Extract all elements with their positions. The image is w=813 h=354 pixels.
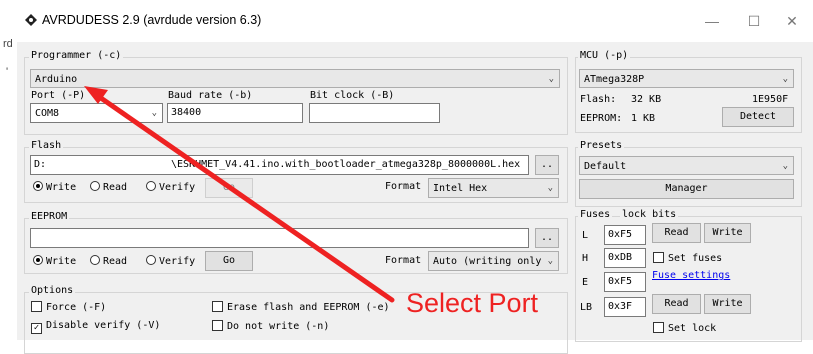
annotation-text: Select Port xyxy=(406,288,539,318)
